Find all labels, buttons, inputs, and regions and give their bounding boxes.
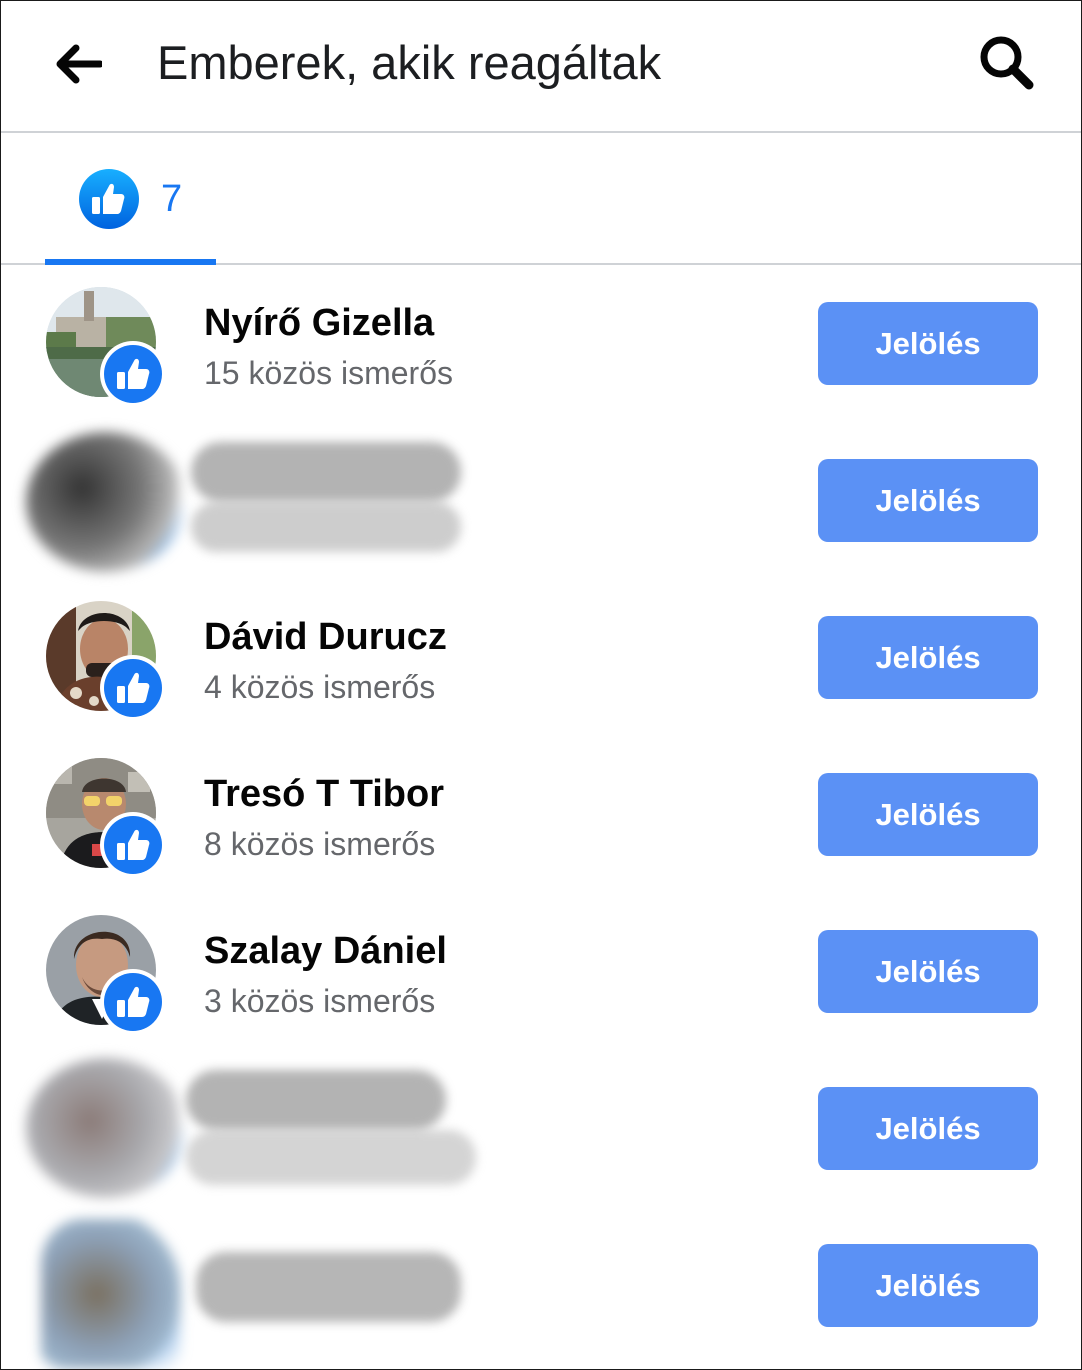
mutual-friends: 15 közös ismerős — [204, 355, 453, 391]
redacted-mutual — [186, 1130, 476, 1185]
mutual-friends: 8 közös ismerős — [204, 826, 436, 862]
person-name[interactable]: Dávid Durucz — [204, 615, 447, 659]
add-friend-button[interactable]: Jelölés — [818, 302, 1038, 385]
mutual-friends: 3 közös ismerős — [204, 983, 436, 1019]
list-item[interactable]: Jelölés — [1, 1207, 1081, 1369]
tab-like[interactable]: 7 — [45, 133, 216, 265]
redacted-name — [191, 442, 461, 502]
redacted-name — [186, 1070, 446, 1130]
mutual-friends: 4 közös ismerős — [204, 669, 436, 705]
like-icon — [100, 655, 166, 721]
search-button[interactable] — [977, 33, 1035, 91]
add-friend-button[interactable]: Jelölés — [818, 616, 1038, 699]
reactions-screen: Emberek, akik reagáltak 7 Nyírő Gizella … — [0, 0, 1082, 1370]
like-icon — [100, 812, 166, 878]
like-icon — [100, 341, 166, 407]
list-item[interactable]: Jelölés — [1, 422, 1081, 579]
page-title: Emberek, akik reagáltak — [157, 36, 662, 89]
back-button[interactable] — [51, 39, 105, 89]
like-icon — [79, 169, 139, 229]
list-item[interactable]: Tresó T Tibor 8 közös ismerős Jelölés — [1, 736, 1081, 893]
list-item[interactable]: Nyírő Gizella 15 közös ismerős Jelölés — [1, 265, 1081, 422]
reaction-tabs: 7 — [1, 133, 1081, 265]
arrow-left-icon — [56, 44, 102, 84]
add-friend-button[interactable]: Jelölés — [818, 930, 1038, 1013]
add-friend-button[interactable]: Jelölés — [818, 773, 1038, 856]
person-name[interactable]: Szalay Dániel — [204, 929, 447, 973]
search-icon — [980, 36, 1034, 90]
add-friend-button[interactable]: Jelölés — [818, 1087, 1038, 1170]
like-icon — [100, 969, 166, 1035]
avatar[interactable] — [26, 432, 186, 572]
list-item[interactable]: Dávid Durucz 4 közös ismerős Jelölés — [1, 579, 1081, 736]
list-item[interactable]: Jelölés — [1, 1050, 1081, 1207]
list-item[interactable]: Szalay Dániel 3 közös ismerős Jelölés — [1, 893, 1081, 1050]
person-name[interactable]: Tresó T Tibor — [204, 772, 444, 816]
redacted-name — [196, 1252, 461, 1322]
avatar[interactable] — [26, 1058, 186, 1198]
add-friend-button[interactable]: Jelölés — [818, 459, 1038, 542]
avatar[interactable] — [41, 1219, 181, 1369]
like-count: 7 — [161, 178, 183, 220]
add-friend-button[interactable]: Jelölés — [818, 1244, 1038, 1327]
person-name[interactable]: Nyírő Gizella — [204, 301, 434, 345]
top-bar: Emberek, akik reagáltak — [1, 1, 1081, 133]
redacted-mutual — [191, 502, 461, 552]
